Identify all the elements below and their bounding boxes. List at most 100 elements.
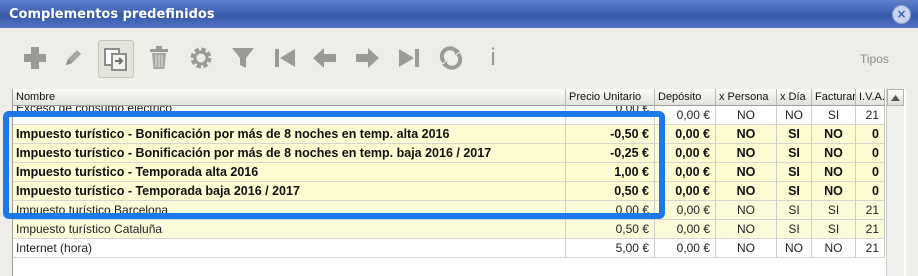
column-header-deposito[interactable]: Depósito xyxy=(655,89,716,106)
cell-facturar: NO xyxy=(812,163,856,182)
next-icon xyxy=(356,48,379,68)
cell-facturar: SI xyxy=(812,201,856,220)
last-icon xyxy=(399,49,419,67)
add-button[interactable] xyxy=(18,38,52,78)
table-row[interactable]: Impuesto turístico - Temporada alta 2016… xyxy=(13,163,885,182)
prev-icon xyxy=(313,48,336,68)
cell-dia: SI xyxy=(777,220,812,239)
cell-persona: NO xyxy=(716,125,777,144)
column-header-facturar[interactable]: Facturar xyxy=(812,89,856,106)
last-record-button[interactable] xyxy=(392,38,426,78)
cell-deposito: 0,00 € xyxy=(655,220,716,239)
table-row[interactable]: Impuesto turístico Cataluña 0,50 € 0,00 … xyxy=(13,220,885,239)
window-title: Complementos predefinidos xyxy=(9,7,215,22)
next-record-button[interactable] xyxy=(350,38,384,78)
cell-precio: 0,00 € xyxy=(566,106,655,125)
trash-icon xyxy=(150,46,168,69)
column-header-precio[interactable]: Precio Unitario xyxy=(566,89,655,106)
cell-dia: SI xyxy=(777,182,812,201)
cell-dia: SI xyxy=(777,144,812,163)
cell-persona: NO xyxy=(716,144,777,163)
first-record-button[interactable] xyxy=(268,38,302,78)
chevron-up-icon xyxy=(891,94,900,101)
scroll-up-button[interactable] xyxy=(887,89,904,106)
cell-nombre: Impuesto turístico - Bonificación por má… xyxy=(13,125,566,144)
cell-deposito: 0,00 € xyxy=(655,182,716,201)
cell-nombre: Impuesto turístico Cataluña xyxy=(13,220,566,239)
cell-deposito: 0,00 € xyxy=(655,144,716,163)
cell-iva: 0 xyxy=(856,182,885,201)
table-row[interactable]: Impuesto turístico - Temporada baja 2016… xyxy=(13,182,885,201)
cell-precio: -0,25 € xyxy=(566,144,655,163)
tipos-link[interactable]: Tipos xyxy=(860,52,889,66)
cell-nombre: Internet (hora) xyxy=(13,239,566,258)
cell-persona: NO xyxy=(716,220,777,239)
column-header-persona[interactable]: x Persona xyxy=(716,89,777,106)
table-row[interactable]: Exceso de consumo eléctrico 0,00 € 0,00 … xyxy=(13,106,885,125)
add-icon xyxy=(24,47,46,69)
table-row[interactable]: Impuesto turístico - Bonificación por má… xyxy=(13,144,885,163)
cell-persona: NO xyxy=(716,163,777,182)
cell-persona: NO xyxy=(716,182,777,201)
cell-nombre: Impuesto turístico - Temporada baja 2016… xyxy=(13,182,566,201)
cell-dia: NO xyxy=(777,106,812,125)
copy-button[interactable] xyxy=(98,40,134,78)
toolbar: i xyxy=(10,38,910,78)
cell-precio: 1,00 € xyxy=(566,163,655,182)
cell-nombre: Exceso de consumo eléctrico xyxy=(13,106,566,125)
cell-facturar: SI xyxy=(812,220,856,239)
refresh-button[interactable] xyxy=(434,38,468,78)
cell-persona: NO xyxy=(716,239,777,258)
info-button[interactable]: i xyxy=(476,38,510,78)
copy-icon xyxy=(104,48,127,71)
table-row[interactable]: Impuesto turístico Barcelona 0,00 € 0,00… xyxy=(13,201,885,220)
cell-deposito: 0,00 € xyxy=(655,201,716,220)
cell-nombre: Impuesto turístico - Bonificación por má… xyxy=(13,144,566,163)
cell-deposito: 0,00 € xyxy=(655,239,716,258)
filter-icon xyxy=(232,48,254,68)
cell-nombre: Impuesto turístico Barcelona xyxy=(13,201,566,220)
cell-persona: NO xyxy=(716,106,777,125)
title-bar: Complementos predefinidos × xyxy=(0,0,918,28)
complementos-window: Complementos predefinidos × i Tipos Nomb… xyxy=(0,0,918,276)
cell-deposito: 0,00 € xyxy=(655,125,716,144)
column-header-iva[interactable]: I.V.A. xyxy=(856,89,885,106)
cell-deposito: 0,00 € xyxy=(655,106,716,125)
cell-iva: 0 xyxy=(856,144,885,163)
cell-iva: 21 xyxy=(856,106,885,125)
cell-precio: 0,50 € xyxy=(566,182,655,201)
table-row[interactable]: Impuesto turístico - Bonificación por má… xyxy=(13,125,885,144)
cell-iva: 21 xyxy=(856,239,885,258)
cell-precio: -0,50 € xyxy=(566,125,655,144)
cell-facturar: NO xyxy=(812,182,856,201)
column-header-dia[interactable]: x Día xyxy=(777,89,812,106)
close-button[interactable]: × xyxy=(892,5,911,24)
cell-facturar: NO xyxy=(812,125,856,144)
cell-precio: 0,50 € xyxy=(566,220,655,239)
cell-iva: 21 xyxy=(856,201,885,220)
cell-precio: 5,00 € xyxy=(566,239,655,258)
cell-iva: 21 xyxy=(856,220,885,239)
column-header-nombre[interactable]: Nombre xyxy=(13,89,566,106)
cell-deposito: 0,00 € xyxy=(655,163,716,182)
refresh-icon xyxy=(439,46,463,70)
table-row[interactable]: Internet (hora) 5,00 € 0,00 € NO NO NO 2… xyxy=(13,239,885,258)
info-icon: i xyxy=(490,44,496,71)
delete-button[interactable] xyxy=(142,38,176,78)
cell-facturar: NO xyxy=(812,144,856,163)
filter-button[interactable] xyxy=(226,38,260,78)
first-icon xyxy=(275,49,295,67)
complementos-table: Nombre Precio Unitario Depósito x Person… xyxy=(12,89,906,276)
settings-button[interactable] xyxy=(184,38,218,78)
cell-dia: SI xyxy=(777,125,812,144)
cell-persona: NO xyxy=(716,201,777,220)
cell-nombre: Impuesto turístico - Temporada alta 2016 xyxy=(13,163,566,182)
cell-dia: SI xyxy=(777,163,812,182)
edit-button[interactable] xyxy=(56,38,90,78)
edit-icon xyxy=(66,50,81,65)
vertical-scrollbar[interactable] xyxy=(886,89,904,276)
cell-facturar: SI xyxy=(812,106,856,125)
previous-record-button[interactable] xyxy=(308,38,342,78)
cell-precio: 0,00 € xyxy=(566,201,655,220)
cell-iva: 0 xyxy=(856,163,885,182)
